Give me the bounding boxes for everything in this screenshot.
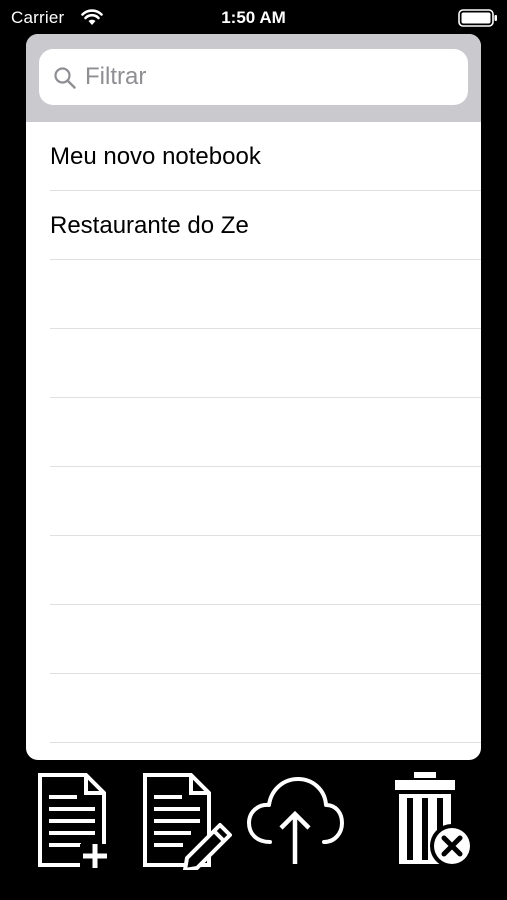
cloud-upload-icon — [247, 777, 344, 864]
new-document-icon — [38, 773, 110, 868]
battery-icon — [458, 9, 497, 27]
list-item[interactable] — [50, 467, 481, 536]
list-item[interactable] — [50, 260, 481, 329]
search-field[interactable] — [39, 49, 468, 105]
bottom-toolbar — [0, 762, 507, 900]
list-item[interactable] — [50, 536, 481, 605]
notebook-list-panel: Meu novo notebook Restaurante do Ze — [26, 34, 481, 760]
list-item[interactable]: Restaurante do Ze — [50, 191, 481, 260]
list-item[interactable] — [50, 329, 481, 398]
new-note-button[interactable] — [36, 772, 112, 870]
list-item[interactable] — [50, 674, 481, 743]
list-item-label: Meu novo notebook — [50, 143, 261, 170]
edit-note-button[interactable] — [141, 772, 235, 870]
status-bar: Carrier 1:50 AM — [0, 0, 507, 34]
list-item[interactable]: Meu novo notebook — [50, 122, 481, 191]
cloud-upload-button[interactable] — [246, 774, 344, 866]
search-input[interactable] — [85, 57, 455, 97]
list-item[interactable] — [50, 605, 481, 674]
search-icon — [54, 67, 76, 89]
clock-label: 1:50 AM — [221, 8, 286, 27]
list-item-label: Restaurante do Ze — [50, 212, 249, 239]
notebook-list: Meu novo notebook Restaurante do Ze — [26, 122, 481, 743]
edit-document-icon — [143, 773, 232, 870]
delete-button[interactable] — [394, 772, 476, 868]
list-item[interactable] — [50, 398, 481, 467]
search-bar — [26, 34, 481, 122]
delete-trash-icon — [395, 772, 474, 868]
